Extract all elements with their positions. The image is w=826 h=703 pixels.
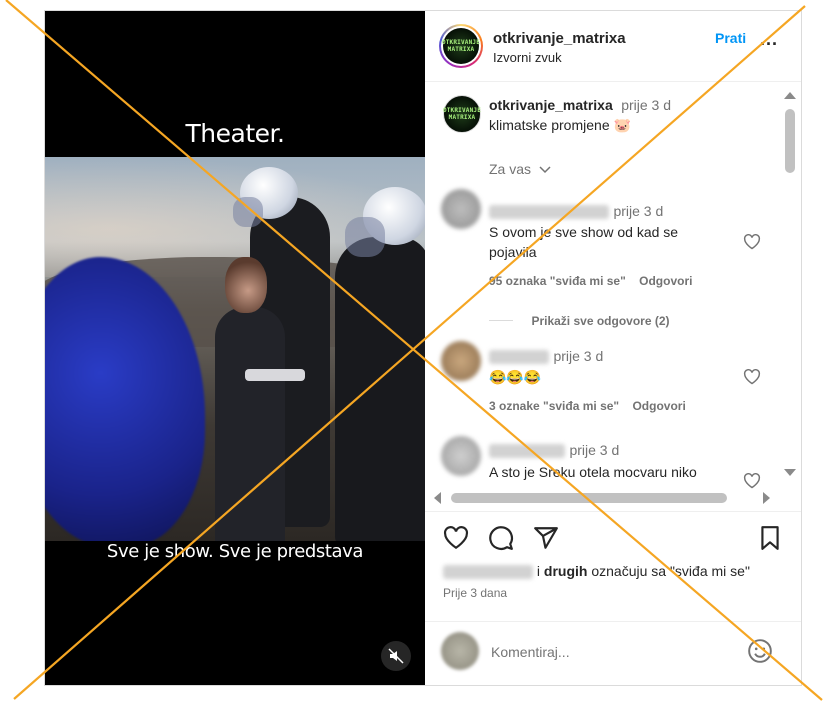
comment-header: prije 3 d: [489, 442, 619, 460]
emoji-smiley-icon[interactable]: [747, 638, 773, 664]
caption-text: klimatske promjene 🐷: [489, 115, 631, 135]
heart-icon[interactable]: [743, 369, 761, 385]
horizontal-scrollbar[interactable]: [431, 489, 775, 507]
likes-summary: i drugih označuju sa "sviđa mi se": [443, 563, 750, 580]
scroll-down-arrow-icon[interactable]: [781, 467, 799, 479]
mute-button[interactable]: [381, 641, 411, 671]
caption-username[interactable]: otkrivanje_matrixa: [489, 97, 613, 113]
header-username[interactable]: otkrivanje_matrixa: [493, 30, 626, 47]
view-replies-label: Prikaži sve odgovore (2): [531, 314, 670, 328]
comment-meta: 3 oznake "sviđa mi se" Odgovori: [489, 399, 686, 413]
heart-icon[interactable]: [743, 473, 761, 489]
comment-time: prije 3 d: [569, 442, 620, 458]
pig-emoji-icon: 🐷: [613, 117, 631, 133]
blurred-username[interactable]: [489, 349, 549, 364]
video-caption-top: Theater.: [185, 119, 285, 148]
caption-time: prije 3 d: [621, 97, 671, 113]
commenter-avatar[interactable]: [441, 436, 481, 476]
avatar: OTKRIVANJE MATRIXA: [442, 28, 480, 64]
scroll-right-arrow-icon[interactable]: [761, 489, 773, 507]
likes-connector: i: [536, 563, 541, 579]
comment-time: prije 3 d: [613, 203, 664, 219]
follow-button[interactable]: Prati: [715, 30, 746, 46]
commenter-avatar[interactable]: [441, 189, 481, 229]
comment-sort-label: Za vas: [489, 161, 532, 177]
blurred-username[interactable]: [489, 204, 609, 219]
post-timestamp: Prije 3 dana: [443, 586, 508, 600]
officer-right: [335, 237, 425, 541]
add-comment-bar: [425, 621, 801, 684]
girl-body: [215, 307, 285, 541]
caption-avatar[interactable]: OTKRIVANJE MATRIXA: [443, 95, 481, 133]
comment-input[interactable]: [489, 638, 733, 666]
chevron-down-icon: [539, 166, 551, 174]
vertical-scroll-thumb[interactable]: [785, 109, 795, 173]
post-header: OTKRIVANJE MATRIXA otkrivanje_matrixa Iz…: [425, 11, 801, 82]
visor-right: [345, 217, 385, 257]
current-user-avatar: [441, 632, 479, 670]
scroll-left-arrow-icon[interactable]: [431, 489, 443, 507]
comment-header: prije 3 d: [489, 348, 603, 366]
audio-label[interactable]: Izvorni zvuk: [493, 50, 562, 65]
caption-text-body: klimatske promjene: [489, 117, 610, 133]
caption-header: otkrivanje_matrixa prije 3 d: [489, 97, 671, 115]
reply-button[interactable]: Odgovori: [632, 399, 685, 413]
commenter-avatar[interactable]: [441, 341, 481, 381]
blurred-liker-name[interactable]: [443, 565, 533, 580]
comment-sort-dropdown[interactable]: Za vas: [489, 161, 551, 177]
reply-divider: [489, 320, 513, 322]
blurred-username[interactable]: [489, 443, 565, 458]
visor-left: [233, 197, 263, 227]
comment-text: A sto je Sreku otela mocvaru niko: [489, 464, 697, 480]
post-side-panel: OTKRIVANJE MATRIXA otkrivanje_matrixa Iz…: [425, 11, 801, 685]
comment-text: S ovom je sve show od kad se pojavila: [489, 224, 679, 260]
comment-text: 😂😂😂: [489, 369, 542, 385]
avatar-story-ring[interactable]: OTKRIVANJE MATRIXA: [439, 24, 483, 68]
video-caption-bottom: Sve je show. Sve je predstava: [106, 541, 364, 562]
comment-time: prije 3 d: [553, 348, 604, 364]
share-send-icon[interactable]: [533, 525, 559, 551]
actions-divider: [425, 511, 801, 512]
more-options-button[interactable]: ...: [760, 29, 778, 50]
comment-header: prije 3 d: [489, 203, 663, 221]
scroll-up-arrow-icon[interactable]: [781, 89, 799, 101]
comment-likes[interactable]: 3 oznake "sviđa mi se": [489, 399, 619, 413]
like-heart-icon[interactable]: [443, 526, 469, 550]
girl-head: [225, 257, 267, 313]
post-actions: [425, 516, 801, 566]
comment-likes[interactable]: 95 oznaka "sviđa mi se": [489, 274, 626, 288]
speaker-muted-icon: [388, 648, 404, 664]
reply-button[interactable]: Odgovori: [639, 274, 692, 288]
view-replies-button[interactable]: Prikaži sve odgovore (2): [489, 312, 670, 330]
likes-suffix: označuju sa "sviđa mi se": [591, 563, 750, 579]
cable-tie: [245, 369, 305, 381]
comment-bubble-icon[interactable]: [488, 525, 514, 551]
vertical-scrollbar[interactable]: [781, 89, 799, 483]
heart-icon[interactable]: [743, 234, 761, 250]
bookmark-icon[interactable]: [759, 525, 781, 551]
horizontal-scroll-thumb[interactable]: [451, 493, 727, 503]
video-player[interactable]: Theater. Sve je show. Sve je predstava: [45, 11, 425, 685]
comment-meta: 95 oznaka "sviđa mi se" Odgovori: [489, 274, 692, 288]
likes-others-link[interactable]: drugih: [544, 563, 588, 579]
video-frame-image: [45, 157, 425, 541]
